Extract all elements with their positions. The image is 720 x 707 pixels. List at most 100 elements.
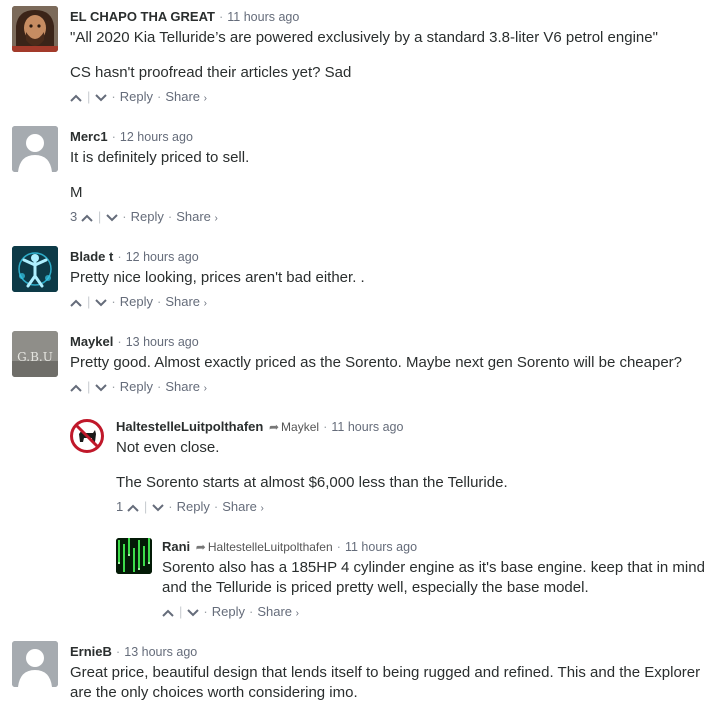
author-name[interactable]: EL CHAPO THA GREAT xyxy=(70,9,215,24)
upvote-button[interactable] xyxy=(162,601,174,623)
chevron-down-icon xyxy=(95,89,108,104)
no-dog-icon xyxy=(70,419,104,453)
downvote-button[interactable] xyxy=(95,291,108,313)
comment-actions: | · Reply · Share › xyxy=(70,86,712,108)
separator-dot: · xyxy=(213,499,219,514)
avatar[interactable] xyxy=(12,641,58,687)
share-label: Share xyxy=(222,499,257,514)
share-arrow-icon: › xyxy=(295,608,299,619)
chevron-up-icon xyxy=(70,379,82,394)
author-name[interactable]: Maykel xyxy=(70,334,113,349)
share-label: Share xyxy=(176,209,211,224)
comment-header: EL CHAPO THA GREAT · 11 hours ago xyxy=(70,6,712,28)
downvote-button[interactable] xyxy=(95,86,108,108)
author-name[interactable]: Blade t xyxy=(70,249,113,264)
vote-divider: | xyxy=(143,499,148,514)
timestamp[interactable]: 11 hours ago xyxy=(227,10,299,24)
comment-text: "All 2020 Kia Telluride’s are powered ex… xyxy=(70,28,712,83)
share-label: Share xyxy=(165,379,201,394)
comment-paragraph: M xyxy=(70,184,83,201)
matrix-code-icon xyxy=(116,538,152,574)
comment-text: It is definitely priced to sell. M xyxy=(70,148,712,203)
upvote-button[interactable] xyxy=(70,86,82,108)
share-label: Share xyxy=(165,294,201,309)
comment-paragraph: Not even close. xyxy=(116,439,220,456)
timestamp[interactable]: 13 hours ago xyxy=(126,335,199,349)
upvote-button[interactable]: 3 xyxy=(70,206,93,228)
separator-dot: · xyxy=(111,379,116,394)
reply-button[interactable]: Reply xyxy=(120,89,153,104)
upvote-button[interactable]: 1 xyxy=(116,496,139,518)
upvote-button[interactable] xyxy=(70,376,82,398)
avatar[interactable] xyxy=(69,418,105,454)
chevron-down-icon xyxy=(95,294,108,309)
reply-button[interactable]: Reply xyxy=(120,379,153,394)
vote-divider: | xyxy=(87,294,91,309)
author-name[interactable]: ErnieB xyxy=(70,644,112,659)
separator-dot: · xyxy=(323,419,328,434)
share-label: Share xyxy=(165,89,201,104)
reply-button[interactable]: Reply xyxy=(177,499,210,514)
chevron-up-icon xyxy=(70,294,82,309)
chevron-up-icon xyxy=(162,604,174,619)
separator-dot: · xyxy=(156,89,162,104)
vote-divider: | xyxy=(87,379,91,394)
chevron-up-icon xyxy=(127,499,139,514)
timestamp[interactable]: 11 hours ago xyxy=(345,540,417,554)
reply-to[interactable]: ➦ Maykel xyxy=(267,420,319,434)
upvote-button[interactable] xyxy=(70,291,82,313)
avatar[interactable] xyxy=(116,538,152,574)
share-button[interactable]: Share › xyxy=(222,499,264,514)
avatar[interactable] xyxy=(12,6,58,52)
separator-dot: · xyxy=(111,129,116,144)
avatar[interactable] xyxy=(12,126,58,172)
share-arrow-icon: › xyxy=(203,383,207,394)
share-button[interactable]: Share › xyxy=(165,379,207,394)
share-button[interactable]: Share › xyxy=(257,604,299,619)
author-name[interactable]: Rani xyxy=(162,539,190,554)
share-button[interactable]: Share › xyxy=(176,209,218,224)
comment-text: Sorento also has a 185HP 4 cylinder engi… xyxy=(162,558,712,598)
separator-dot: · xyxy=(218,9,224,24)
timestamp[interactable]: 12 hours ago xyxy=(126,250,199,264)
share-button[interactable]: Share › xyxy=(165,294,207,309)
reply-arrow-icon: ➦ xyxy=(268,420,280,434)
comment-header: Rani ➦ HaltestelleLuitpolthafen · 11 hours … xyxy=(162,536,712,558)
avatar-text: G.B.U xyxy=(17,350,53,364)
downvote-button[interactable] xyxy=(106,206,118,228)
reply-to-name: Maykel xyxy=(281,420,320,434)
author-name[interactable]: Merc1 xyxy=(70,129,108,144)
downvote-button[interactable] xyxy=(152,496,164,518)
timestamp[interactable]: 12 hours ago xyxy=(120,130,193,144)
downvote-button[interactable] xyxy=(187,601,200,623)
comment-paragraph: It is definitely priced to sell. xyxy=(70,149,250,166)
separator-dot: · xyxy=(203,604,208,619)
separator-dot: · xyxy=(115,644,121,659)
comment-header: Maykel · 13 hours ago xyxy=(70,331,712,353)
upvote-count: 1 xyxy=(116,499,124,514)
timestamp[interactable]: 13 hours ago xyxy=(124,645,197,659)
separator-dot: · xyxy=(111,294,116,309)
separator-dot: · xyxy=(168,499,173,514)
chevron-up-icon xyxy=(70,89,82,104)
comment-paragraph: Sorento also has a 185HP 4 cylinder engi… xyxy=(162,559,705,596)
author-name[interactable]: HaltestelleLuitpolthafen xyxy=(116,419,263,434)
share-button[interactable]: Share › xyxy=(165,89,207,104)
reply-button[interactable]: Reply xyxy=(131,209,164,224)
reply-button[interactable]: Reply xyxy=(120,294,153,309)
comment-header: HaltestelleLuitpolthafen ➦ Maykel · 11 hour… xyxy=(116,416,712,438)
comment-paragraph: Pretty good. Almost exactly priced as th… xyxy=(70,354,683,371)
share-arrow-icon: › xyxy=(214,213,218,224)
timestamp[interactable]: 11 hours ago xyxy=(331,420,403,434)
reply-to[interactable]: ➦ HaltestelleLuitpolthafen xyxy=(194,540,333,554)
separator-dot: · xyxy=(156,294,162,309)
separator-dot: · xyxy=(336,539,341,554)
reply-button[interactable]: Reply xyxy=(212,604,245,619)
comment-paragraph: "All 2020 Kia Telluride’s are powered ex… xyxy=(70,29,658,46)
comment-actions: | · Reply · Share › xyxy=(70,291,712,313)
chevron-down-icon xyxy=(187,604,200,619)
comment-actions: | · Reply · Share › xyxy=(162,601,712,623)
downvote-button[interactable] xyxy=(95,376,108,398)
avatar[interactable]: G.B.U xyxy=(12,331,58,377)
avatar[interactable] xyxy=(12,246,58,292)
